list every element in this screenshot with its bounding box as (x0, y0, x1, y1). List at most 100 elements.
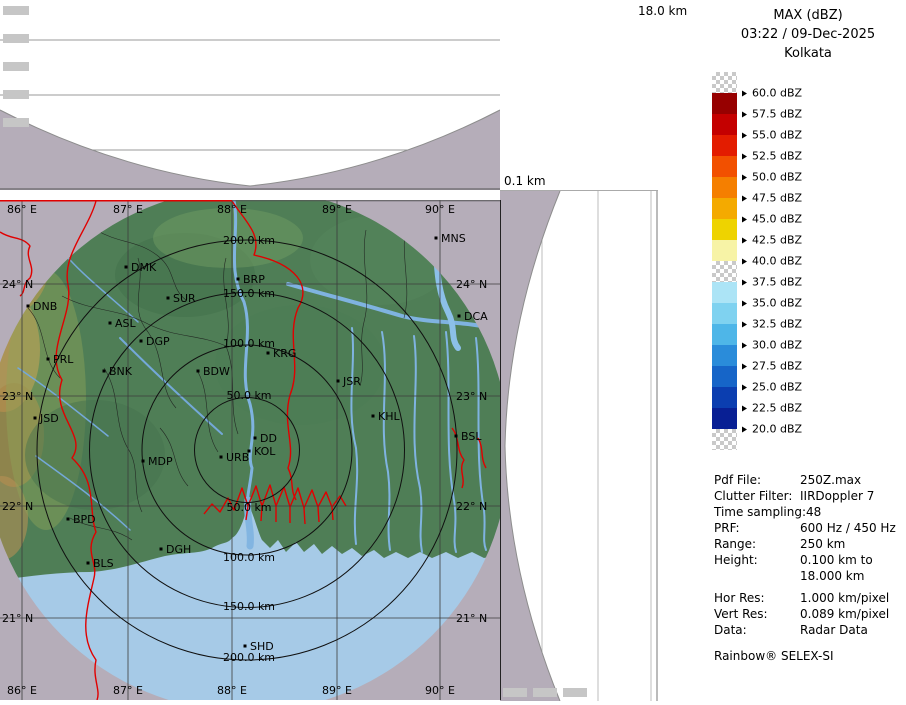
dbz-color-scale: 60.0 dBZ 57.5 dBZ 55.0 dBZ 52.5 dBZ 50.0 dBZ… (712, 72, 904, 452)
station-dot (160, 548, 163, 551)
station-label: BNK (109, 365, 133, 378)
dbz-scale-label: 30.0 dBZ (742, 339, 802, 352)
station-dot (125, 266, 128, 269)
longitude-label-bottom: 90° E (425, 684, 455, 697)
dbz-swatch (712, 72, 737, 93)
dbz-scale-label: 22.5 dBZ (742, 402, 802, 415)
longitude-label-top: 90° E (425, 203, 455, 216)
level-arrow-icon (742, 195, 747, 201)
level-arrow-icon (742, 279, 747, 285)
dbz-swatch (712, 282, 737, 303)
station-label: DNB (33, 300, 57, 313)
level-arrow-icon (742, 132, 747, 138)
station-dot (372, 415, 375, 418)
dbz-swatch (712, 240, 737, 261)
info-row: Hor Res:1.000 km/pixel (714, 590, 904, 606)
level-arrow-icon (742, 300, 747, 306)
station-dot (142, 460, 145, 463)
dbz-swatch (712, 408, 737, 429)
dbz-swatch (712, 177, 737, 198)
info-row: PRF:600 Hz / 450 Hz (714, 520, 904, 536)
info-label: Clutter Filter: (714, 488, 800, 504)
range-ring-label: 50.0 km (226, 389, 271, 402)
info-row: 18.000 km (714, 568, 904, 584)
dbz-scale-label: 40.0 dBZ (742, 255, 802, 268)
station-dot (47, 358, 50, 361)
station-label: DGP (146, 335, 170, 348)
dbz-scale-label: 32.5 dBZ (742, 318, 802, 331)
info-row: Clutter Filter:IIRDoppler 7 (714, 488, 904, 504)
dbz-swatch (712, 366, 737, 387)
dbz-value: 55.0 dBZ (752, 129, 802, 142)
radar-station: Kolkata (710, 44, 906, 63)
dbz-value: 37.5 dBZ (752, 276, 802, 289)
level-arrow-icon (742, 111, 747, 117)
info-value: 18.000 km (800, 568, 864, 584)
dbz-value: 22.5 dBZ (752, 402, 802, 415)
station-label: BPD (73, 513, 96, 526)
product-datetime: 03:22 / 09-Dec-2025 (710, 25, 906, 44)
dbz-scale-label: 42.5 dBZ (742, 234, 802, 247)
level-arrow-icon (742, 216, 747, 222)
dbz-swatch (712, 156, 737, 177)
longitude-label-bottom: 87° E (113, 684, 143, 697)
station-label: ASL (115, 317, 137, 330)
right-cross-section-svg (500, 191, 658, 701)
level-arrow-icon (742, 384, 747, 390)
dbz-swatch (712, 219, 737, 240)
dbz-scale-label: 37.5 dBZ (742, 276, 802, 289)
dbz-scale-label: 25.0 dBZ (742, 381, 802, 394)
dbz-swatch (712, 345, 737, 366)
latitude-label-left: 24° N (2, 278, 33, 291)
station-label: DD (260, 432, 277, 445)
longitude-label-top: 89° E (322, 203, 352, 216)
info-label: PRF: (714, 520, 800, 536)
dbz-swatch (712, 261, 737, 282)
level-arrow-icon (742, 174, 747, 180)
longitude-label-top: 87° E (113, 203, 143, 216)
dbz-scale-label: 45.0 dBZ (742, 213, 802, 226)
station-dot (220, 456, 223, 459)
dbz-value: 57.5 dBZ (752, 108, 802, 121)
dbz-scale-label: 50.0 dBZ (742, 171, 802, 184)
dbz-swatch (712, 135, 737, 156)
top-cross-section-svg (0, 0, 500, 190)
dbz-swatch (712, 303, 737, 324)
legend-header: MAX (dBZ) 03:22 / 09-Dec-2025 Kolkata (710, 6, 906, 63)
station-dot (237, 278, 240, 281)
dbz-swatch (712, 324, 737, 345)
dbz-scale-label: 47.5 dBZ (742, 192, 802, 205)
info-label: Pdf File: (714, 472, 800, 488)
latitude-label-right: 23° N (456, 390, 487, 403)
longitude-label-bottom: 86° E (7, 684, 37, 697)
info-label: Data: (714, 622, 800, 638)
station-label: BDW (203, 365, 230, 378)
dbz-scale-label: 52.5 dBZ (742, 150, 802, 163)
info-label: Height: (714, 552, 800, 568)
station-dot (458, 315, 461, 318)
info-row: Time sampling:48 (714, 504, 904, 520)
dbz-scale-label: 60.0 dBZ (742, 87, 802, 100)
dbz-value: 45.0 dBZ (752, 213, 802, 226)
station-label: MDP (148, 455, 173, 468)
info-value: 250 km (800, 536, 845, 552)
dbz-swatch-column (712, 72, 737, 450)
station-dot (67, 518, 70, 521)
dbz-value: 52.5 dBZ (752, 150, 802, 163)
level-arrow-icon (742, 90, 747, 96)
dbz-swatch (712, 93, 737, 114)
range-ring-label: 150.0 km (223, 600, 275, 613)
info-value: Radar Data (800, 622, 868, 638)
latitude-label-right: 21° N (456, 612, 487, 625)
info-value: 48 (806, 504, 821, 520)
dbz-scale-label: 27.5 dBZ (742, 360, 802, 373)
longitude-label-bottom: 89° E (322, 684, 352, 697)
dbz-swatch (712, 114, 737, 135)
radar-display: { "panels": { "max_height_label": "18.0 … (0, 0, 906, 700)
level-arrow-icon (742, 405, 747, 411)
level-arrow-icon (742, 321, 747, 327)
dbz-scale-label: 35.0 dBZ (742, 297, 802, 310)
height-tick-labels (503, 688, 587, 697)
station-dot (435, 237, 438, 240)
product-info: Pdf File:250Z.maxClutter Filter:IIRDoppl… (714, 472, 904, 664)
